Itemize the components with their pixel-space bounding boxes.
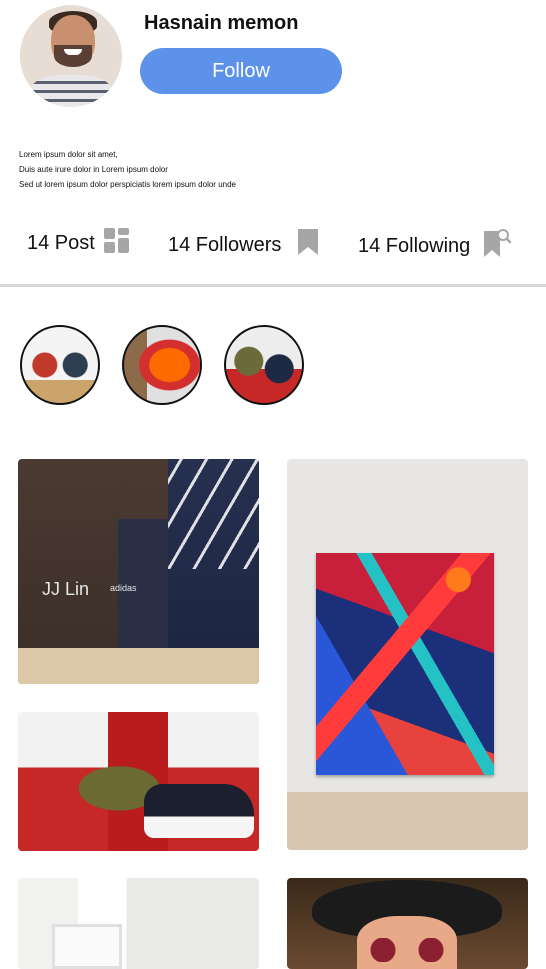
stat-followers[interactable]: 14 Followers xyxy=(168,228,319,262)
post-tile-5[interactable] xyxy=(287,878,528,969)
post-tile-2[interactable] xyxy=(287,459,528,850)
stat-following-label: 14 Following xyxy=(358,234,471,257)
stat-posts-label: 14 Post xyxy=(27,232,95,254)
bookmark-icon xyxy=(297,228,319,262)
post-tile-3[interactable] xyxy=(18,712,259,851)
avatar-shirt xyxy=(30,75,112,107)
story-highlight-1[interactable] xyxy=(20,325,100,405)
profile-name: Hasnain memon xyxy=(144,12,299,34)
sunglasses-image xyxy=(359,938,455,962)
bookmark-search-icon xyxy=(483,228,512,264)
post-tile-1[interactable]: JJ Lin adidas xyxy=(18,459,259,684)
tile-brand-text: adidas xyxy=(110,583,137,593)
tile-sign-text: JJ Lin xyxy=(42,579,90,599)
stat-posts[interactable]: 14 Post xyxy=(27,228,129,259)
section-divider xyxy=(0,284,546,287)
sneaker-image xyxy=(144,784,254,838)
stat-following[interactable]: 14 Following xyxy=(358,228,512,264)
bio-line-2: Duis aute irure dolor in Lorem ipsum dol… xyxy=(19,165,168,174)
follow-button[interactable]: Follow xyxy=(140,48,342,94)
story-highlight-3[interactable] xyxy=(224,325,304,405)
bio-line-1: Lorem ipsum dolor sit amet, xyxy=(19,150,118,159)
stat-followers-label: 14 Followers xyxy=(168,233,282,256)
room-window xyxy=(52,924,122,969)
abstract-painting xyxy=(316,553,494,775)
post-tile-4[interactable] xyxy=(18,878,259,969)
story-highlight-2[interactable] xyxy=(122,325,202,405)
gallery-floor xyxy=(287,792,528,850)
profile-bio: Lorem ipsum dolor sit amet, Duis aute ir… xyxy=(19,147,236,192)
profile-avatar[interactable] xyxy=(20,5,122,107)
grid-icon xyxy=(103,228,129,259)
tile-floor xyxy=(18,648,259,684)
bio-line-3: Sed ut lorem ipsum dolor perspiciatis lo… xyxy=(19,180,236,189)
